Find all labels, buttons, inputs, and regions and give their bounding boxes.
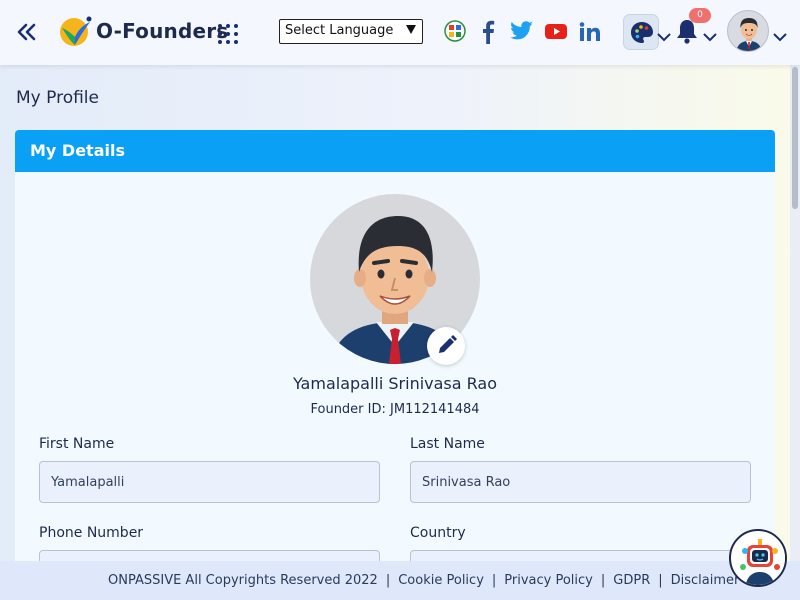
page-title: My Profile — [16, 88, 99, 108]
theme-button[interactable] — [623, 14, 659, 50]
top-header: O-Founders Select Language 0 — [0, 0, 800, 65]
language-select[interactable]: Select Language — [279, 19, 423, 44]
gdpr-link[interactable]: GDPR — [613, 573, 650, 588]
dropdown-caret-icon — [406, 25, 416, 34]
pencil-icon — [439, 335, 457, 353]
country-label: Country — [410, 525, 466, 541]
facebook-icon[interactable] — [478, 20, 502, 44]
brand-name[interactable]: O-Founders — [96, 19, 228, 43]
first-name-field[interactable] — [39, 461, 380, 503]
phone-number-label: Phone Number — [39, 525, 144, 541]
privacy-policy-link[interactable]: Privacy Policy — [504, 573, 593, 588]
globe-icon[interactable] — [444, 20, 468, 44]
founder-id: Founder ID: JM112141484 — [310, 402, 480, 417]
section-header: My Details — [15, 130, 775, 172]
edit-avatar-button[interactable] — [427, 327, 465, 365]
twitter-icon[interactable] — [510, 20, 534, 44]
chevron-down-icon[interactable] — [773, 27, 787, 42]
disclaimer-link[interactable]: Disclaimer — [671, 573, 740, 588]
last-name-field[interactable] — [410, 461, 751, 503]
notification-badge: 0 — [689, 8, 711, 23]
scrollbar[interactable] — [790, 65, 800, 561]
copyright-text: ONPASSIVE All Copyrights Reserved 2022 — [108, 573, 378, 588]
last-name-label: Last Name — [410, 436, 485, 452]
linkedin-icon[interactable] — [578, 20, 602, 44]
profile-full-name: Yamalapalli Srinivasa Rao — [292, 374, 498, 393]
cookie-policy-link[interactable]: Cookie Policy — [398, 573, 484, 588]
youtube-icon[interactable] — [544, 20, 568, 44]
chatbot-button[interactable] — [729, 529, 787, 587]
double-chevron-left-icon[interactable] — [16, 20, 38, 44]
apps-grid-icon[interactable] — [218, 24, 238, 44]
language-select-label: Select Language — [285, 23, 394, 38]
avatar[interactable] — [727, 10, 769, 52]
chevron-down-icon[interactable] — [657, 27, 671, 42]
palette-icon — [631, 22, 653, 43]
first-name-label: First Name — [39, 436, 115, 452]
section-title: My Details — [30, 141, 125, 160]
scrollbar-thumb[interactable] — [792, 67, 798, 209]
logo-icon — [58, 14, 94, 48]
chevron-down-icon[interactable] — [703, 27, 717, 42]
footer: ONPASSIVE All Copyrights Reserved 2022 | C… — [0, 561, 800, 600]
